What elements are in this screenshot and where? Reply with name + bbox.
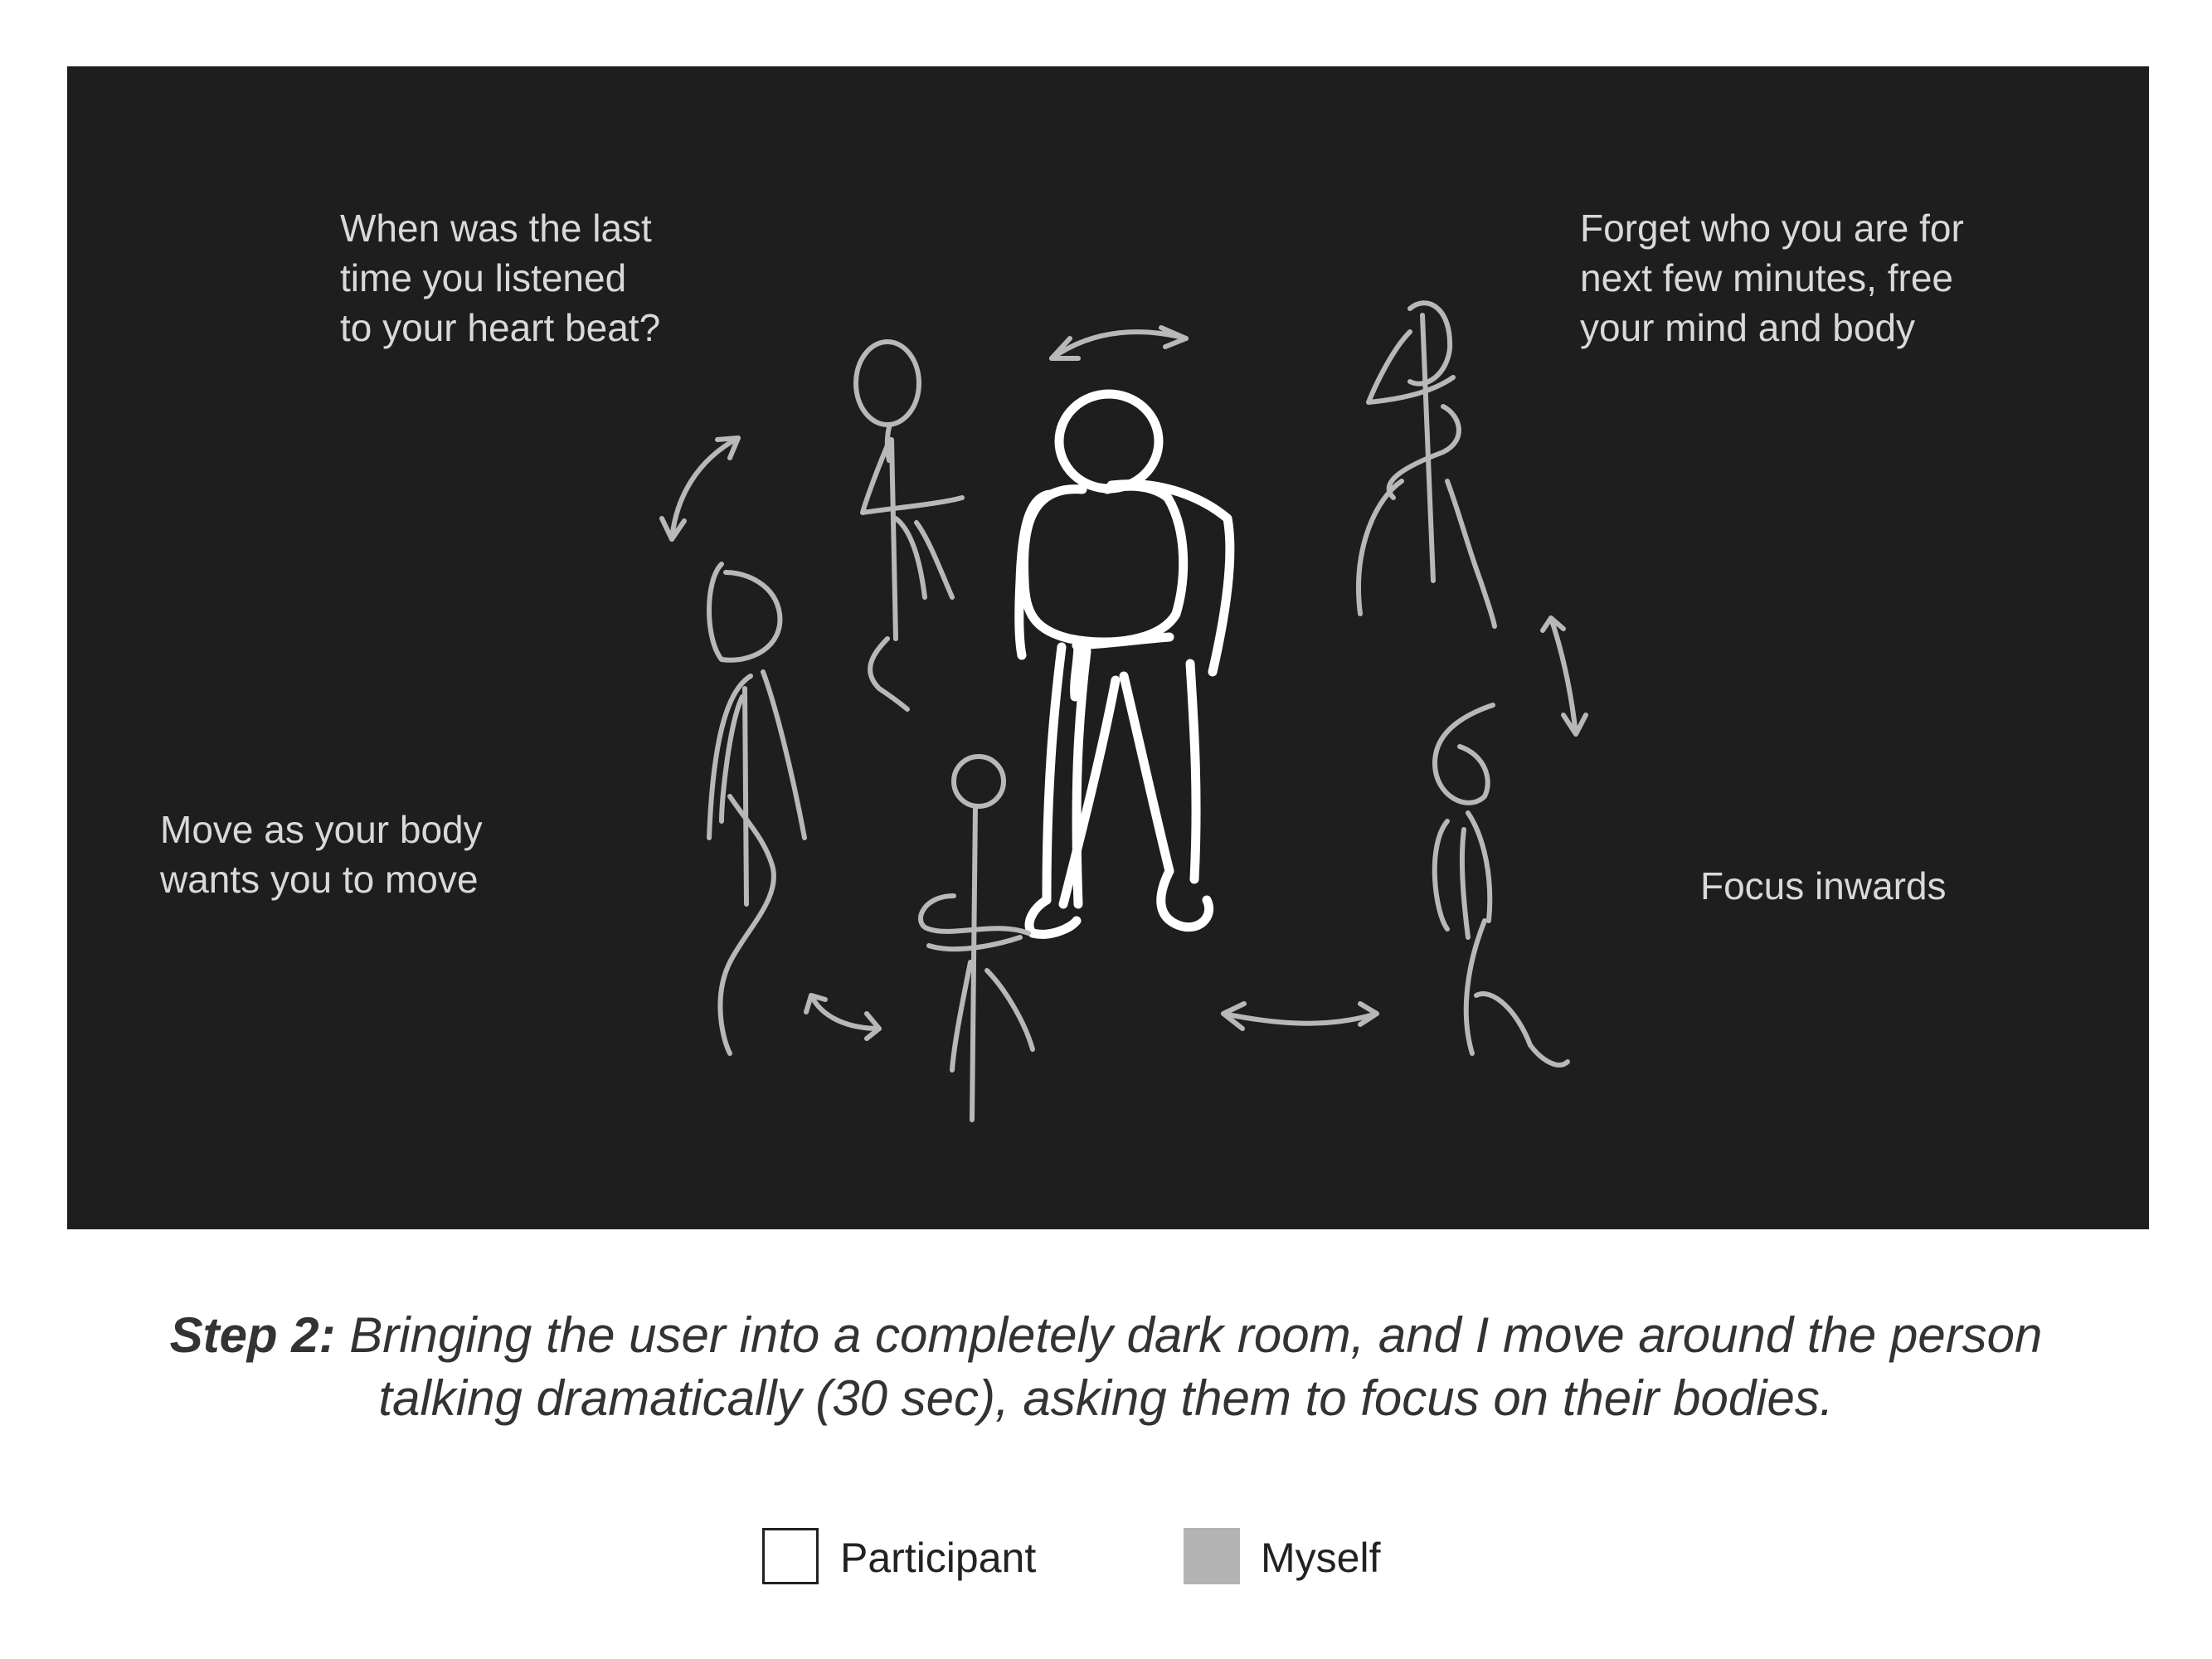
quote-heart-beat: When was the last time you listened to y… (340, 207, 661, 349)
myself-figure-2 (707, 562, 807, 1056)
myself-figure-4 (1356, 300, 1497, 629)
myself-figures (659, 300, 1588, 1122)
myself-figure-1 (853, 339, 965, 712)
legend-label-participant: Participant (840, 1535, 1037, 1581)
quote-forget-who-you-are: Forget who you are for next few minutes,… (1580, 207, 1964, 349)
quote-move-your-body: Move as your body wants you to move (160, 808, 483, 901)
legend-swatch-myself (1184, 1528, 1240, 1584)
myself-figure-3 (918, 754, 1035, 1122)
legend: Participant Myself (0, 1528, 2212, 1594)
legend-swatch-participant (762, 1528, 819, 1584)
legend-label-myself: Myself (1261, 1535, 1381, 1581)
myself-figure-5 (1432, 703, 1570, 1068)
quote-focus-inwards: Focus inwards (1700, 864, 1947, 907)
participant-figure (1014, 389, 1235, 939)
step-label: Step 2: (169, 1307, 336, 1363)
step-caption: Step 2: Bringing the user into a complet… (108, 1304, 2104, 1430)
step-description: Bringing the user into a completely dark… (335, 1307, 2043, 1426)
